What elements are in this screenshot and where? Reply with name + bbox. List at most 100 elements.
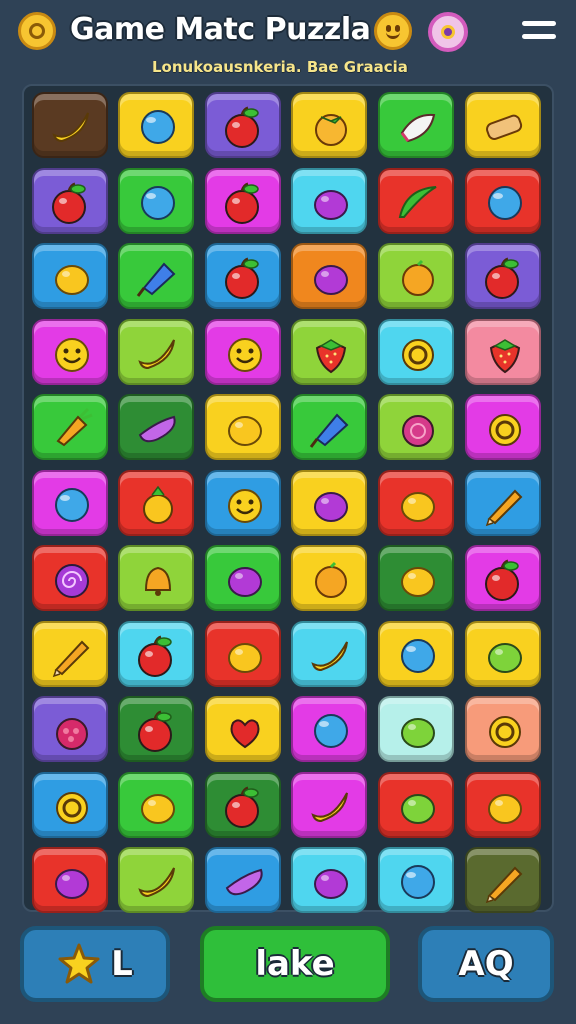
tile-orange[interactable]	[291, 545, 367, 611]
tile-carrot[interactable]	[32, 394, 108, 460]
tile-apple[interactable]	[465, 243, 541, 309]
lime-icon	[401, 718, 435, 748]
smiley-coin-icon[interactable]	[374, 12, 412, 50]
tile-ball[interactable]	[118, 92, 194, 158]
heartapple-icon	[230, 719, 260, 749]
hamburger-menu-icon[interactable]	[522, 18, 556, 46]
tile-lemon[interactable]	[32, 243, 108, 309]
tile-swirl[interactable]	[32, 545, 108, 611]
orange-icon	[315, 561, 347, 598]
tile-eggplant[interactable]	[205, 847, 281, 913]
tile-lime[interactable]	[378, 696, 454, 762]
tile-heartapple[interactable]	[205, 696, 281, 762]
berry-icon	[402, 415, 434, 447]
tile-radish[interactable]	[378, 92, 454, 158]
tile-smiley[interactable]	[32, 318, 108, 385]
pencil-icon	[52, 640, 90, 677]
plum-icon	[55, 869, 89, 899]
tile-plum[interactable]	[205, 545, 281, 611]
tile-ball[interactable]	[378, 620, 454, 687]
tile-lemon[interactable]	[205, 620, 281, 687]
tile-pencil[interactable]	[465, 469, 541, 536]
tile-smiley[interactable]	[205, 469, 281, 536]
eggplant-icon	[225, 868, 263, 896]
star-icon	[58, 943, 100, 984]
game-subtitle: Lonukoausnkeria. Bae Graacia	[152, 58, 408, 76]
pencil-icon	[485, 489, 523, 526]
tile-bell[interactable]	[118, 545, 194, 611]
tile-apple[interactable]	[118, 696, 194, 762]
ring-icon	[56, 791, 88, 824]
tile-plum[interactable]	[291, 167, 367, 234]
tile-ring[interactable]	[378, 318, 454, 385]
ball-icon	[141, 185, 175, 220]
ball-icon	[314, 714, 348, 748]
tile-apple[interactable]	[205, 92, 281, 158]
tile-apple[interactable]	[118, 620, 194, 687]
tile-plum[interactable]	[291, 469, 367, 536]
tile-ball[interactable]	[32, 469, 108, 536]
tile-pineapple[interactable]	[118, 469, 194, 536]
ball-icon	[401, 865, 435, 899]
tile-apple[interactable]	[205, 771, 281, 838]
tile-apple[interactable]	[465, 545, 541, 611]
smiley-icon	[228, 337, 262, 372]
ball-icon	[488, 185, 522, 220]
tile-strawberry[interactable]	[465, 318, 541, 385]
tile-lime[interactable]	[465, 620, 541, 687]
tile-strawberry[interactable]	[291, 318, 367, 385]
pencil-icon	[485, 866, 523, 904]
tile-ball[interactable]	[465, 167, 541, 234]
tile-raspberry[interactable]	[32, 696, 108, 762]
tile-banana[interactable]	[291, 620, 367, 687]
tile-plum[interactable]	[291, 243, 367, 309]
make-button[interactable]: lake	[200, 926, 390, 1002]
tile-ball[interactable]	[378, 847, 454, 913]
tile-roll[interactable]	[465, 92, 541, 158]
level-button-label: L	[111, 944, 133, 984]
tile-lemon[interactable]	[378, 545, 454, 611]
tile-ring[interactable]	[465, 394, 541, 460]
tile-orange[interactable]	[378, 243, 454, 309]
tile-pencil[interactable]	[32, 620, 108, 687]
banana-icon	[138, 867, 175, 898]
aq-button[interactable]: AQ	[418, 926, 554, 1002]
tile-ball[interactable]	[291, 696, 367, 762]
apple-icon	[485, 559, 519, 601]
tile-apple[interactable]	[205, 243, 281, 309]
target-icon[interactable]	[428, 12, 468, 52]
candy-icon	[309, 413, 349, 448]
tile-leaf[interactable]	[378, 167, 454, 234]
tile-smiley[interactable]	[205, 318, 281, 385]
swirl-icon	[55, 564, 89, 598]
tile-candy[interactable]	[118, 243, 194, 309]
banana-icon	[311, 792, 348, 822]
tile-ring[interactable]	[465, 696, 541, 762]
tile-eggplant[interactable]	[118, 394, 194, 460]
banana-icon	[311, 641, 348, 671]
tile-berry[interactable]	[378, 394, 454, 460]
tile-lemon[interactable]	[378, 469, 454, 536]
tile-apple[interactable]	[205, 167, 281, 234]
tile-banana[interactable]	[118, 318, 194, 385]
ring-icon	[489, 716, 521, 748]
tile-apple[interactable]	[32, 167, 108, 234]
tile-lemon[interactable]	[205, 394, 281, 460]
tile-lime[interactable]	[378, 771, 454, 838]
tile-ball[interactable]	[118, 167, 194, 234]
lime-icon	[488, 642, 522, 673]
tile-tomato[interactable]	[291, 92, 367, 158]
tile-ring[interactable]	[32, 771, 108, 838]
level-button[interactable]: L	[20, 926, 170, 1002]
tile-banana[interactable]	[118, 847, 194, 913]
tile-candy[interactable]	[291, 394, 367, 460]
tile-pencil[interactable]	[465, 847, 541, 913]
tile-plum[interactable]	[32, 847, 108, 913]
plum-icon	[314, 189, 348, 220]
apple-icon	[225, 786, 259, 828]
tile-plum[interactable]	[291, 847, 367, 913]
tile-banana[interactable]	[32, 92, 108, 158]
tile-lemon[interactable]	[118, 771, 194, 838]
tile-banana[interactable]	[291, 771, 367, 838]
tile-lemon[interactable]	[465, 771, 541, 838]
